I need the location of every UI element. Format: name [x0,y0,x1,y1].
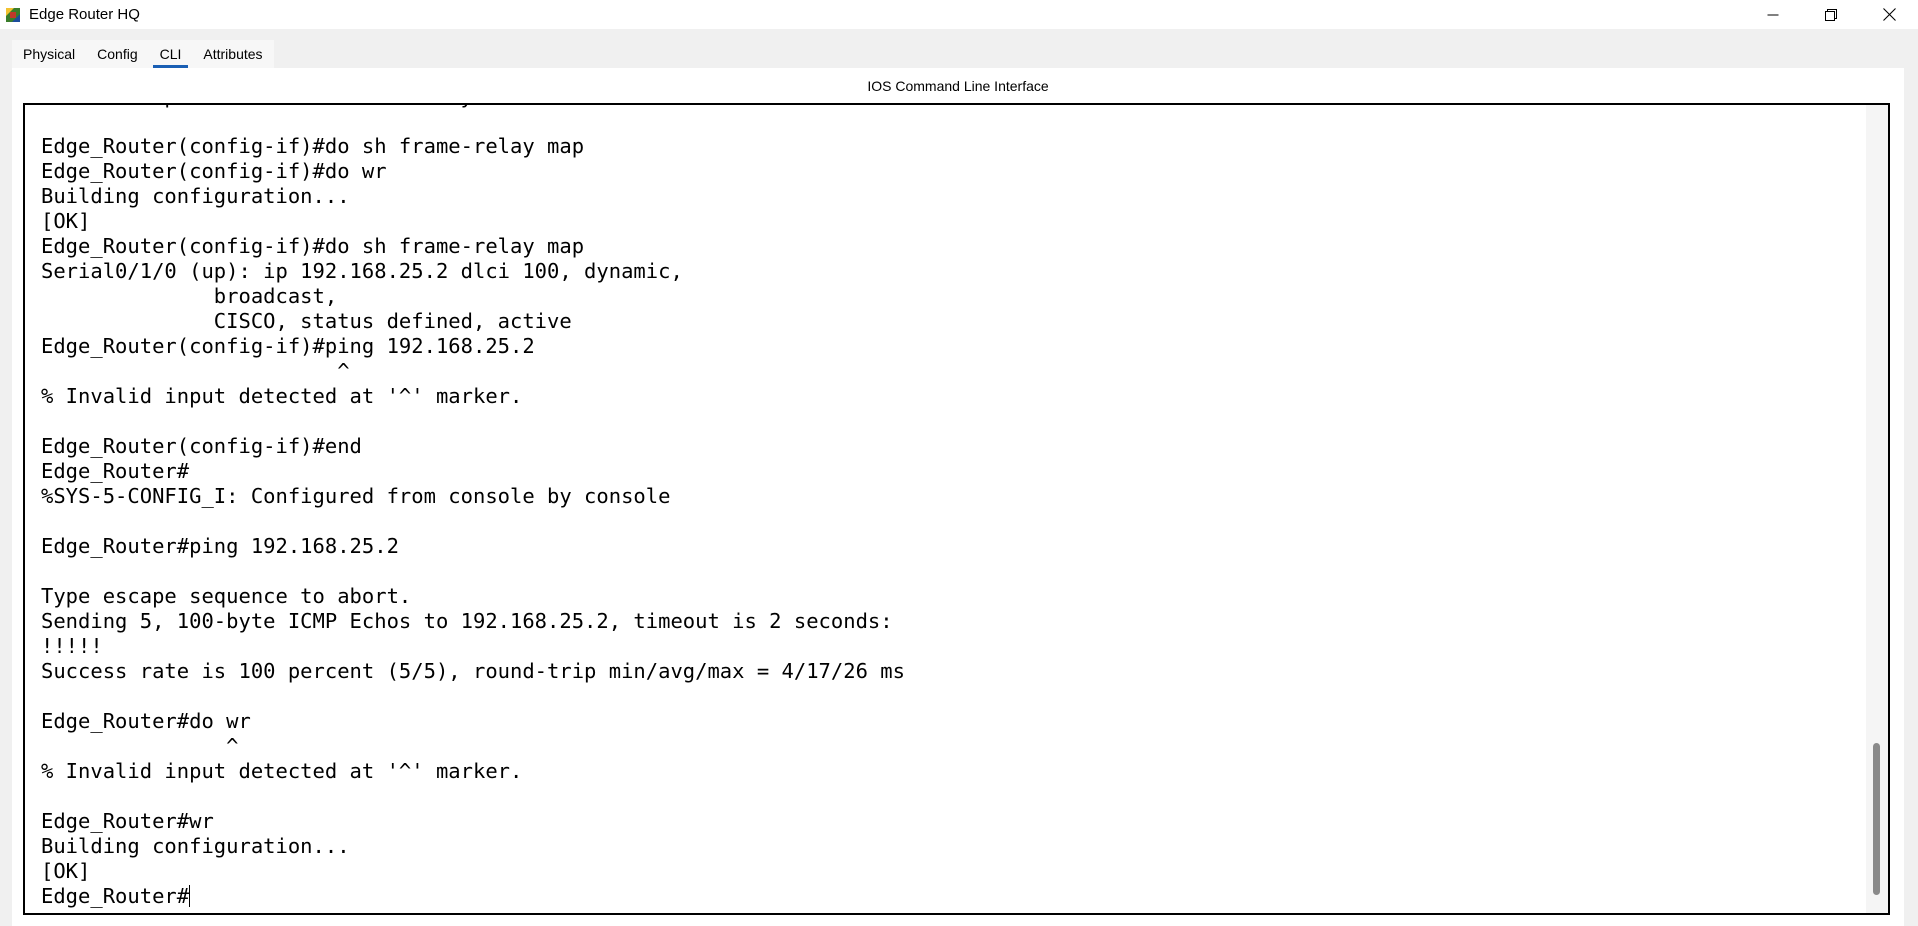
title-bar[interactable]: Edge Router HQ [0,0,1918,29]
terminal-line: !!!!! [41,634,103,658]
app-window: Edge Router HQ Physical Config CLI Attri… [0,0,1918,926]
tab-config[interactable]: Config [86,40,148,68]
terminal-line: broadcast, [213,284,338,308]
packet-tracer-router-icon [5,6,23,24]
terminal-line: Edge_Router#wr [41,809,214,833]
terminal-line: Edge_Router(config-if)#end [41,434,362,458]
terminal-line: Edge_Router#do wr [41,709,251,733]
terminal-line: Edge_Router(config-if)#do sh frame-relay… [41,134,585,158]
terminal-line: ^ [226,734,239,758]
terminal-line: Edge_Router(config-if)#do wr [41,159,387,183]
tab-attributes[interactable]: Attributes [192,40,273,68]
cli-panel: IOS Command Line Interface Out bcast pkt… [12,68,1904,926]
window-title: Edge Router HQ [29,6,140,23]
terminal-line: Edge_Router(config-if)#ping 192.168.25.2 [41,334,535,358]
terminal-scrollbar[interactable] [1866,105,1888,913]
cli-terminal[interactable]: Out bcast pkts 32795 Out bcast bytes 621… [23,103,1890,915]
terminal-prompt: Edge_Router# [41,884,190,908]
tab-bar: Physical Config CLI Attributes [12,40,274,68]
window-controls [1744,0,1918,29]
terminal-line: Success rate is 100 percent (5/5), round… [41,659,905,683]
terminal-line: Building configuration... [41,834,350,858]
panel-title: IOS Command Line Interface [867,78,1049,94]
terminal-output[interactable]: Out bcast pkts 32795 Out bcast bytes 621… [41,105,905,909]
terminal-line: Serial0/1/0 (up): ip 192.168.25.2 dlci 1… [41,259,683,283]
close-button[interactable] [1860,0,1918,29]
terminal-line: %SYS-5-CONFIG_I: Configured from console… [41,484,671,508]
terminal-line: Type escape sequence to abort. [41,584,412,608]
terminal-line: Edge_Router# [41,459,190,483]
terminal-history: Out bcast pkts 32795 Out bcast bytes 621… [41,105,905,883]
restore-button[interactable] [1802,0,1860,29]
minimize-button[interactable] [1744,0,1802,29]
terminal-line: Edge_Router(config-if)#do sh frame-relay… [41,234,585,258]
terminal-line: Edge_Router#ping 192.168.25.2 [41,534,399,558]
text-cursor [189,885,191,907]
minimize-icon [1767,14,1779,15]
close-icon [1882,8,1896,21]
tab-physical[interactable]: Physical [12,40,86,68]
terminal-line: Sending 5, 100-byte ICMP Echos to 192.16… [41,609,893,633]
terminal-line: ^ [337,359,350,383]
terminal-line: [OK] [41,209,91,233]
terminal-line: [OK] [41,859,91,883]
terminal-line: Out bcast pkts 32795 Out bcast bytes 621… [41,105,609,108]
terminal-line: Building configuration... [41,184,350,208]
scrollbar-thumb[interactable] [1873,743,1880,895]
terminal-line: % Invalid input detected at '^' marker. [41,384,523,408]
tab-cli[interactable]: CLI [149,40,193,68]
restore-icon [1825,8,1837,21]
terminal-line: CISCO, status defined, active [213,309,572,333]
terminal-line: % Invalid input detected at '^' marker. [41,759,523,783]
